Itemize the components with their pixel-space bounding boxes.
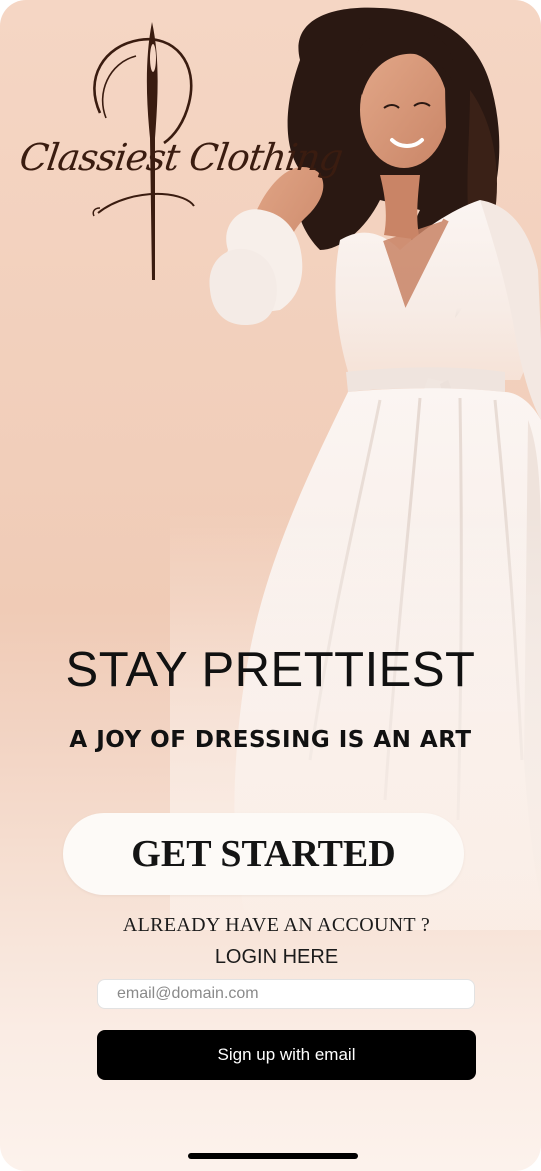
login-link[interactable]: LOGIN HERE [0, 946, 541, 969]
home-indicator[interactable] [188, 1153, 358, 1159]
get-started-button[interactable]: GET STARTED [63, 813, 464, 895]
already-have-account-text: ALREADY HAVE AN ACCOUNT ? [122, 914, 431, 936]
headline: STAY PRETTIEST [65, 643, 476, 697]
brand-name: Classiest Clothing [16, 136, 346, 179]
sign-up-with-email-button[interactable]: Sign up with email [97, 1030, 476, 1080]
tagline: A JOY OF DRESSING IS AN ART [69, 727, 472, 753]
brand-logo: Classiest Clothing [14, 18, 345, 283]
email-input[interactable] [97, 979, 475, 1009]
splash-screen: Classiest Clothing STAY PRETTIEST A JOY … [0, 0, 541, 1171]
